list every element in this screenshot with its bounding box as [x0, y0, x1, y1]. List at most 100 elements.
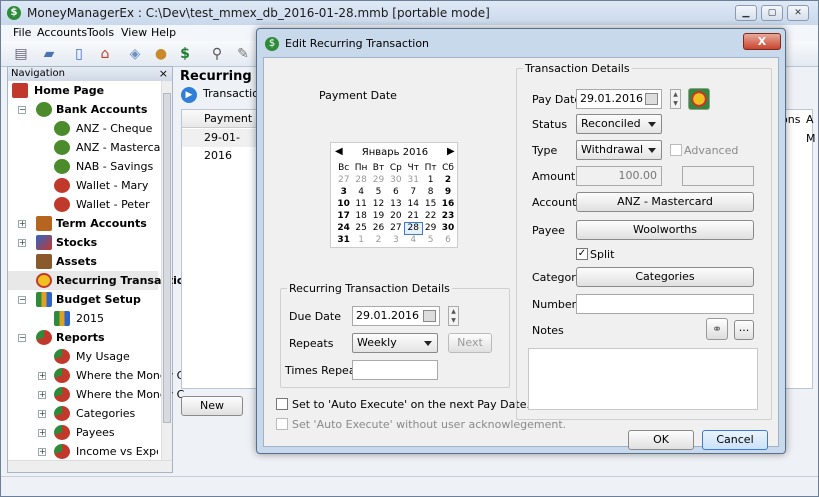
calendar-day[interactable]: 19: [370, 211, 387, 222]
expand-icon[interactable]: +: [18, 220, 26, 228]
next-button[interactable]: Next: [448, 333, 492, 353]
home-icon[interactable]: ⌂: [95, 44, 115, 64]
times-repeated-input[interactable]: [352, 360, 438, 380]
nav-item-reports[interactable]: − Reports: [8, 328, 158, 347]
split-checkbox[interactable]: ✓: [576, 248, 588, 260]
notes-more-button[interactable]: ...: [734, 320, 754, 340]
menu-file[interactable]: File: [13, 26, 31, 39]
auto-execute-checkbox[interactable]: [276, 398, 288, 410]
ok-button[interactable]: OK: [628, 430, 694, 450]
expand-icon[interactable]: +: [38, 391, 46, 399]
calendar-icon[interactable]: [423, 310, 436, 322]
new-file-icon[interactable]: ▯: [69, 44, 89, 64]
currency-icon[interactable]: $: [175, 44, 195, 64]
filter-icon[interactable]: ⚲: [207, 44, 227, 64]
scrollbar-thumb[interactable]: [163, 93, 171, 423]
menu-view[interactable]: View: [121, 26, 147, 39]
calendar-day[interactable]: 24: [335, 223, 352, 234]
menu-tools[interactable]: Tools: [87, 26, 114, 39]
calendar-day[interactable]: 5: [370, 187, 387, 198]
attachment-icon[interactable]: ⚭: [706, 318, 728, 340]
nav-item-income-vs-expenses[interactable]: + Income vs Expenses: [8, 442, 158, 459]
advanced-checkbox[interactable]: [670, 144, 682, 156]
calendar-day[interactable]: 31: [405, 175, 422, 186]
nav-item-home-page[interactable]: Home Page: [8, 81, 158, 100]
minimize-icon[interactable]: ▁: [735, 5, 757, 21]
amount-input[interactable]: 100.00: [576, 166, 662, 186]
tag-icon[interactable]: ◈: [125, 44, 145, 64]
status-select[interactable]: Reconciled: [576, 114, 662, 134]
pay-date-picker[interactable]: 29.01.2016: [576, 89, 662, 109]
nav-item-anz-mastercard[interactable]: ANZ - Mastercard: [8, 138, 172, 157]
calendar-day[interactable]: 3: [387, 235, 404, 246]
calendar-day[interactable]: 28: [403, 222, 423, 235]
nav-item-payees[interactable]: + Payees: [8, 423, 158, 442]
due-date-picker[interactable]: 29.01.2016: [352, 306, 440, 326]
calendar-day[interactable]: 8: [422, 187, 439, 198]
expand-icon[interactable]: +: [38, 410, 46, 418]
close-window-icon[interactable]: ✕: [787, 5, 809, 21]
calendar-day[interactable]: 27: [335, 175, 352, 186]
expand-icon[interactable]: +: [18, 239, 26, 247]
nav-item-wallet-mary[interactable]: Wallet - Mary: [8, 176, 158, 195]
next-month-icon[interactable]: ▶: [447, 146, 455, 157]
calendar-day[interactable]: 3: [335, 187, 352, 198]
nav-item-where-money-comes[interactable]: + Where the Money C: [8, 385, 184, 404]
cancel-button[interactable]: Cancel: [702, 430, 768, 450]
calendar-day[interactable]: 14: [405, 199, 422, 210]
nav-item-assets[interactable]: Assets: [8, 252, 158, 271]
repeats-select[interactable]: Weekly: [352, 333, 438, 353]
calendar-day[interactable]: 11: [352, 199, 369, 210]
calendar-day[interactable]: 6: [439, 235, 456, 246]
nav-item-recurring-transactions[interactable]: Recurring Transactions: [8, 271, 199, 290]
new-button[interactable]: New: [181, 396, 243, 416]
nav-item-anz-cheque[interactable]: ANZ - Cheque: [8, 119, 158, 138]
pay-date-spinner[interactable]: ▲ ▼: [670, 89, 681, 109]
calendar-day[interactable]: 26: [370, 223, 387, 234]
calendar-day[interactable]: 16: [439, 199, 456, 210]
nav-item-bank-accounts[interactable]: − Bank Accounts: [8, 100, 158, 119]
nav-item-budget-2015[interactable]: 2015: [8, 309, 158, 328]
recurring-clock-icon[interactable]: [688, 88, 710, 110]
calendar-icon[interactable]: [645, 93, 658, 105]
list-item[interactable]: 29-01-2016: [182, 129, 260, 162]
menu-help[interactable]: Help: [151, 26, 176, 39]
navigation-vertical-scrollbar[interactable]: [161, 81, 172, 461]
calendar-day[interactable]: 5: [422, 235, 439, 246]
category-button[interactable]: Categories: [576, 267, 754, 287]
calendar-day[interactable]: 27: [387, 223, 404, 234]
nav-item-budget-setup[interactable]: − Budget Setup: [8, 290, 158, 309]
calendar-day[interactable]: 23: [439, 211, 456, 222]
expand-icon[interactable]: +: [38, 429, 46, 437]
nav-item-where-money-goes[interactable]: + Where the Money G: [8, 366, 185, 385]
calendar-day[interactable]: 4: [405, 235, 422, 246]
nav-item-term-accounts[interactable]: + Term Accounts: [8, 214, 158, 233]
auto-execute-silent-checkbox[interactable]: [276, 418, 288, 430]
calendar-month[interactable]: Январь 2016: [331, 147, 459, 158]
open-folder-icon[interactable]: ▰: [39, 44, 59, 64]
calendar-day[interactable]: 31: [335, 235, 352, 246]
options-icon[interactable]: ✎: [233, 44, 253, 64]
account-button[interactable]: ANZ - Mastercard: [576, 192, 754, 212]
calendar-day[interactable]: 20: [387, 211, 404, 222]
calendar-day[interactable]: 21: [405, 211, 422, 222]
calendar-day[interactable]: 1: [352, 235, 369, 246]
calendar-day[interactable]: 10: [335, 199, 352, 210]
calendar-day[interactable]: 2: [439, 175, 456, 186]
payee-button[interactable]: Woolworths: [576, 220, 754, 240]
calendar-day[interactable]: 30: [439, 223, 456, 234]
expand-icon[interactable]: +: [38, 448, 46, 456]
navigation-horizontal-scrollbar[interactable]: [8, 460, 172, 472]
calendar-day[interactable]: 25: [352, 223, 369, 234]
due-date-spinner[interactable]: ▲ ▼: [448, 306, 459, 326]
calendar-day[interactable]: 9: [439, 187, 456, 198]
nav-item-stocks[interactable]: + Stocks: [8, 233, 158, 252]
notes-textarea[interactable]: [528, 348, 758, 410]
calendar-day[interactable]: 22: [422, 211, 439, 222]
close-icon[interactable]: ×: [159, 67, 168, 81]
calendar-day[interactable]: 29: [370, 175, 387, 186]
column-header[interactable]: A: [806, 113, 814, 126]
database-icon[interactable]: ▤: [11, 44, 31, 64]
calendar-day[interactable]: 4: [352, 187, 369, 198]
calendar-day[interactable]: 1: [422, 175, 439, 186]
